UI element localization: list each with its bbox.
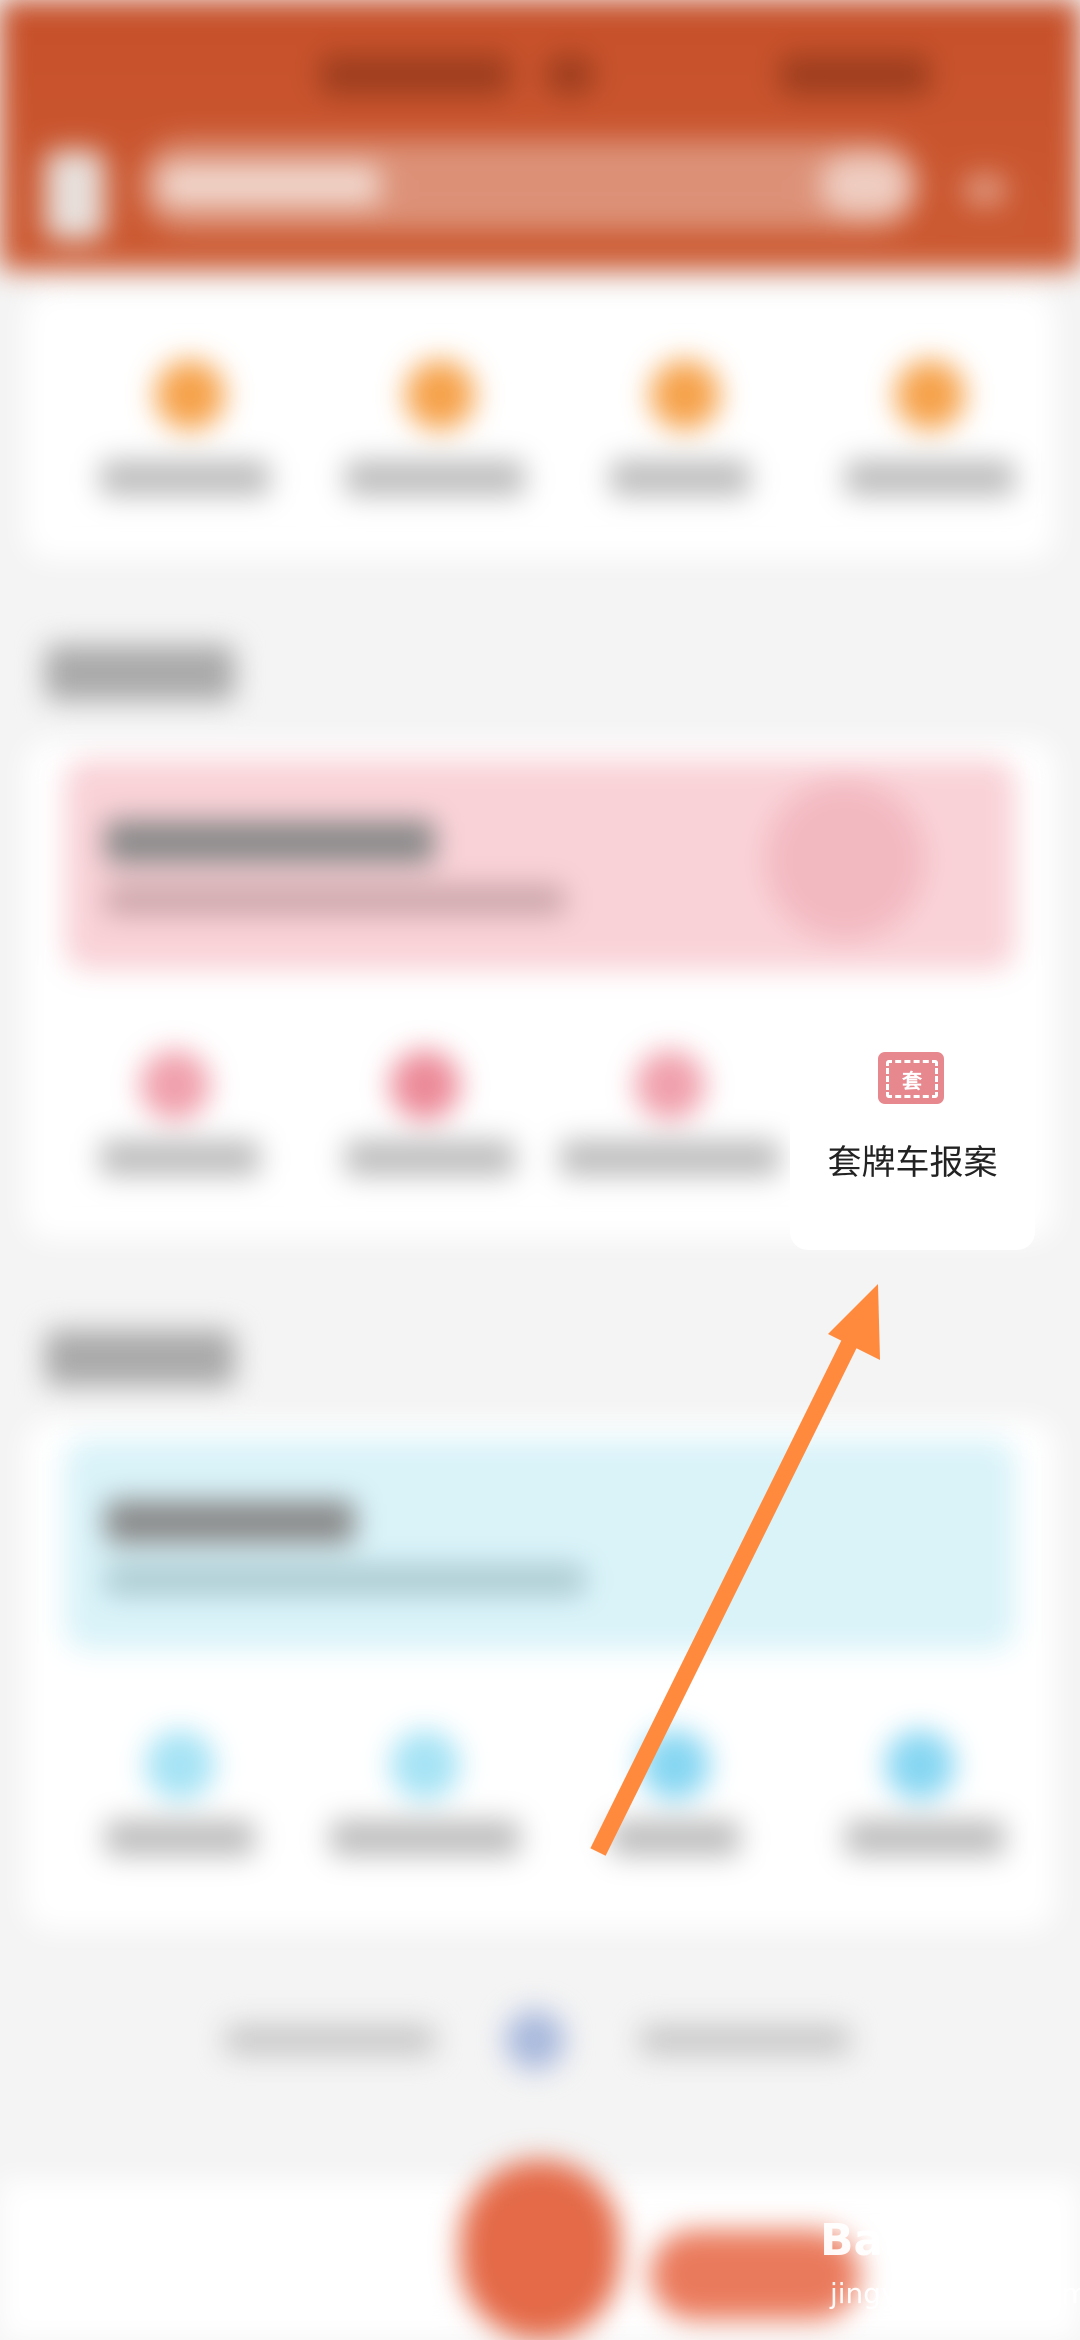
service-icon[interactable] [390, 1050, 460, 1120]
service-label [345, 1140, 515, 1176]
banner-subtitle [105, 885, 565, 915]
service-label [345, 460, 525, 496]
banner-illustration [765, 780, 925, 940]
service-icon[interactable] [635, 1050, 705, 1120]
service-icon[interactable] [390, 1730, 460, 1800]
search-placeholder [160, 165, 380, 205]
banner-title [105, 820, 435, 864]
watermark-text: 经验 [970, 2230, 1047, 2274]
service-label [100, 460, 270, 496]
annotation-arrow-icon [590, 1284, 880, 1856]
service-label [330, 1820, 520, 1856]
service-label [105, 1820, 255, 1856]
icon-glyph: 套 [886, 1060, 938, 1098]
baidu-watermark: Bai◎du 经验 jingyan.baidu.com [820, 2215, 1080, 2325]
status-time [780, 55, 930, 95]
service-icon[interactable] [155, 360, 225, 430]
footer-text [640, 2025, 850, 2055]
service-icon[interactable] [650, 360, 720, 430]
service-label [845, 460, 1015, 496]
banner-title [105, 1500, 355, 1544]
footer-text [225, 2025, 435, 2055]
status-signal [545, 55, 595, 95]
service-icon[interactable] [895, 360, 965, 430]
service-card-top [25, 290, 1055, 560]
footer-logo [505, 2010, 565, 2070]
service-icon[interactable] [140, 1050, 210, 1120]
section-title [45, 645, 235, 701]
menu-icon[interactable] [965, 175, 1005, 205]
service-icon[interactable] [405, 360, 475, 430]
avatar[interactable] [45, 150, 105, 240]
fake-plate-report-label: 套牌车报案 [827, 1143, 998, 1183]
main-action-button[interactable] [460, 2160, 620, 2340]
status-carrier [320, 55, 510, 95]
section-title [45, 1330, 235, 1386]
fake-plate-icon: 套 [878, 1052, 944, 1104]
banner-subtitle [105, 1565, 585, 1595]
fake-plate-report-item[interactable]: 套 套牌车报案 [790, 1010, 1035, 1250]
service-label [610, 460, 750, 496]
watermark-url: jingyan.baidu.com [830, 2277, 1080, 2310]
search-button[interactable] [820, 155, 910, 215]
service-icon[interactable] [145, 1730, 215, 1800]
service-card-blue [25, 1420, 1055, 1930]
service-label [100, 1140, 260, 1176]
service-label [560, 1140, 780, 1176]
